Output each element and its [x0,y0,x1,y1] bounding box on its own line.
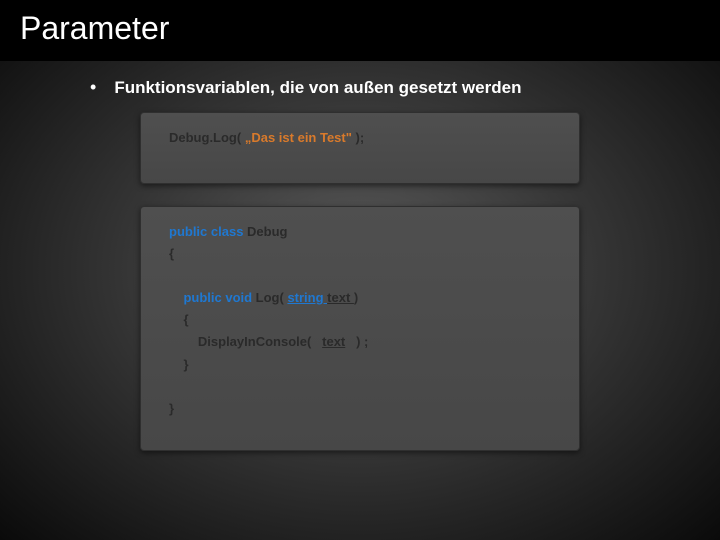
code-token: } [169,401,174,416]
code-token: Debug [247,224,287,239]
bullet-row: • Funktionsvariablen, die von außen gese… [90,77,720,98]
bullet-text: Funktionsvariablen, die von außen gesetz… [114,78,521,98]
code-keyword: public class [169,224,247,239]
code-var: text [322,334,345,349]
code-box-class: public class Debug { public void Log( st… [140,206,580,451]
code-token: } [169,357,189,372]
code-keyword: public void [169,290,256,305]
code-string: „Das ist ein Test" [245,130,356,145]
slide-title: Parameter [20,10,700,47]
code-param: text [327,290,354,305]
title-bar: Parameter [0,0,720,61]
code-token: ) ; [345,334,368,349]
code-type: string [287,290,327,305]
code-token: { [169,312,189,327]
code-token: DisplayInConsole( [169,334,322,349]
code-token: ); [356,130,365,145]
code-token: Log( [256,290,288,305]
code-token: { [169,246,174,261]
bullet-dot-icon: • [90,77,96,98]
code-token: Debug.Log [169,130,237,145]
code-box-call: Debug.Log( „Das ist ein Test" ); [140,112,580,184]
code-token: ) [354,290,358,305]
code-token: ( [237,130,245,145]
